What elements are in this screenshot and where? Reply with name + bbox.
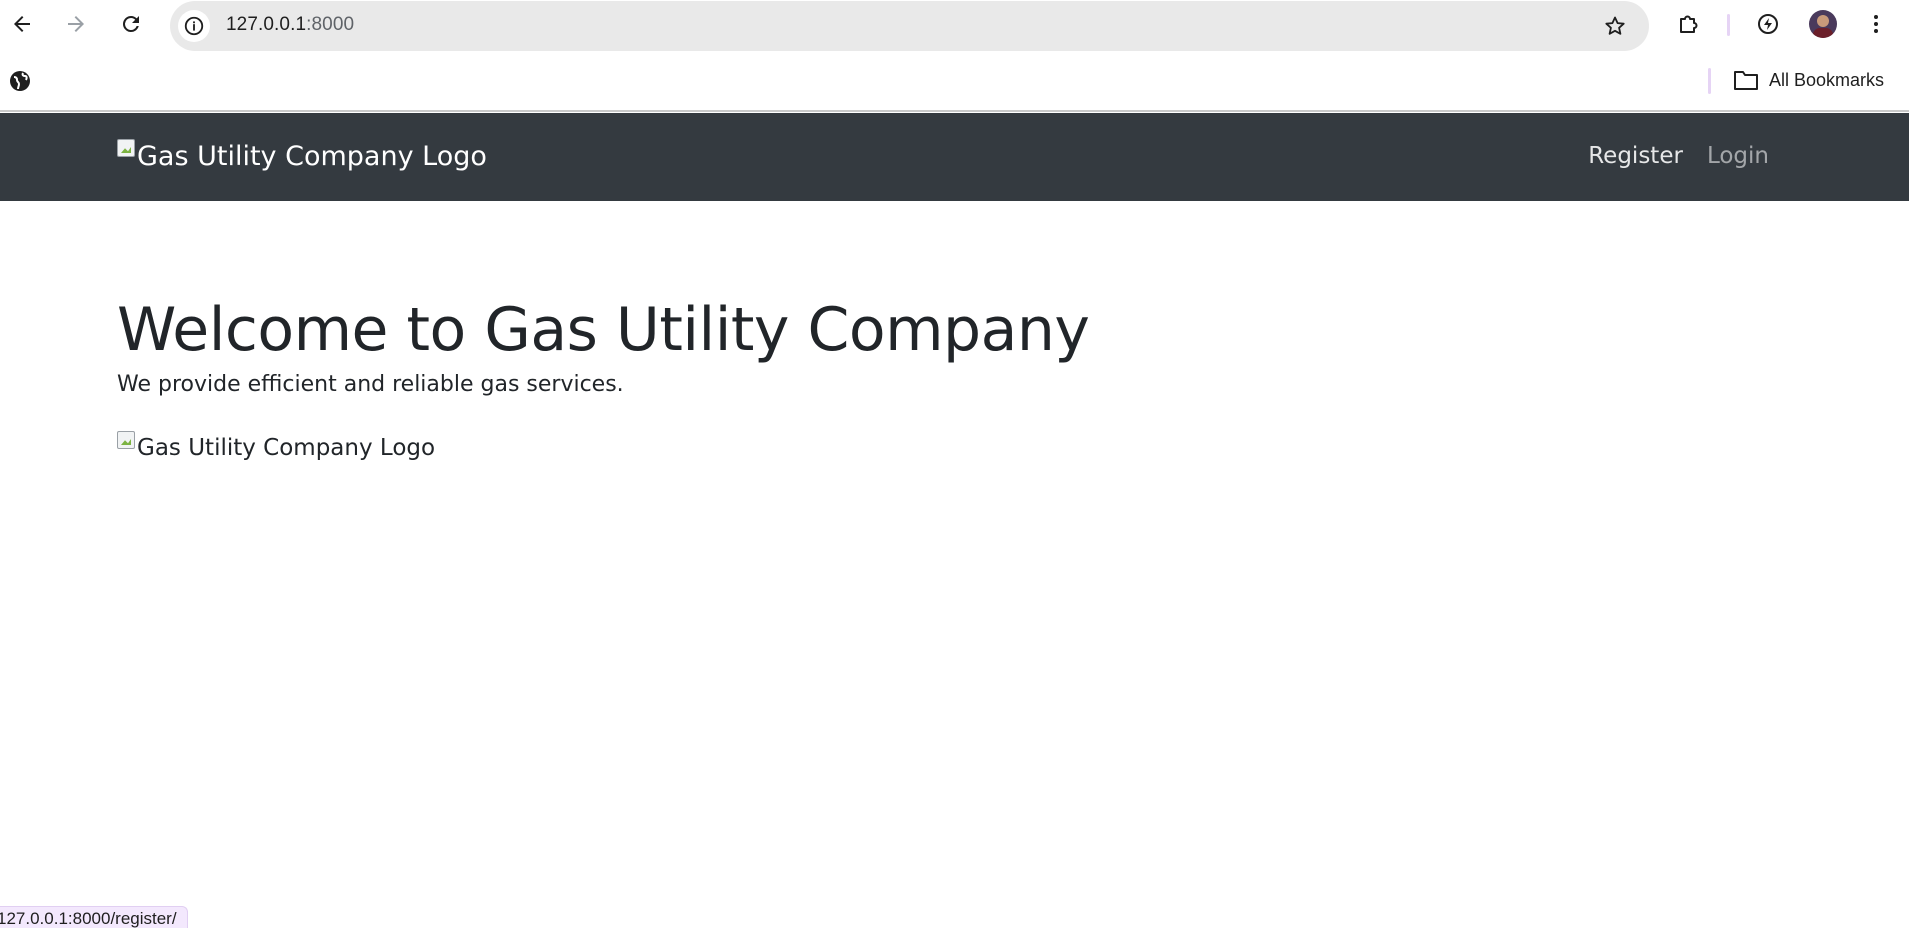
page-subtitle: We provide efficient and reliable gas se… — [117, 372, 624, 397]
arrow-left-icon — [14, 16, 30, 32]
nav-login-link[interactable]: Login — [1707, 143, 1769, 169]
extensions-button[interactable] — [1670, 6, 1706, 42]
lightning-icon — [1758, 14, 1778, 34]
kebab-menu-icon — [1874, 15, 1878, 33]
forward-button[interactable] — [58, 6, 94, 42]
navbar-brand[interactable]: Gas Utility Company Logo — [117, 137, 487, 172]
page-title: Welcome to Gas Utility Company — [117, 295, 1090, 365]
menu-button[interactable] — [1858, 6, 1894, 42]
all-bookmarks-button[interactable]: All Bookmarks — [1733, 69, 1884, 91]
url-port: :8000 — [306, 14, 355, 35]
folder-icon — [1734, 71, 1758, 90]
navbar-logo-alt: Gas Utility Company Logo — [137, 141, 487, 172]
back-button[interactable] — [4, 6, 40, 42]
nav-register-link[interactable]: Register — [1588, 143, 1683, 169]
toolbar-divider — [1727, 14, 1730, 36]
globe-icon[interactable] — [8, 69, 32, 93]
company-logo-alt: Gas Utility Company Logo — [137, 435, 436, 461]
broken-image-icon — [117, 431, 135, 449]
status-url-text: 127.0.0.1:8000/register/ — [0, 909, 177, 928]
url-text: 127.0.0.1:8000 — [226, 14, 354, 36]
site-navbar: Gas Utility Company Logo Register Login — [0, 113, 1909, 201]
info-icon — [184, 16, 204, 36]
reload-button[interactable] — [113, 6, 149, 42]
arrow-right-icon — [68, 16, 84, 32]
company-logo-image: Gas Utility Company Logo — [117, 429, 1089, 461]
browser-toolbar: 127.0.0.1:8000 — [0, 0, 1909, 51]
bookmarks-bar: All Bookmarks — [0, 56, 1909, 112]
status-url-bubble: 127.0.0.1:8000/register/ — [0, 906, 188, 928]
nav-links: Register Login — [1588, 143, 1769, 169]
avatar — [1809, 10, 1837, 38]
main-content: Welcome to Gas Utility Company We provid… — [117, 290, 1090, 461]
url-host: 127.0.0.1 — [226, 14, 307, 35]
address-bar[interactable]: 127.0.0.1:8000 — [170, 1, 1649, 51]
site-info-button[interactable] — [178, 10, 210, 42]
puzzle-icon — [1680, 15, 1698, 33]
bookmarks-divider — [1708, 68, 1711, 94]
star-icon[interactable] — [1603, 14, 1627, 38]
all-bookmarks-label: All Bookmarks — [1769, 69, 1885, 90]
broken-image-icon — [117, 139, 135, 157]
profile-button[interactable] — [1805, 6, 1841, 42]
performance-button[interactable] — [1750, 6, 1786, 42]
reload-icon — [123, 16, 139, 32]
